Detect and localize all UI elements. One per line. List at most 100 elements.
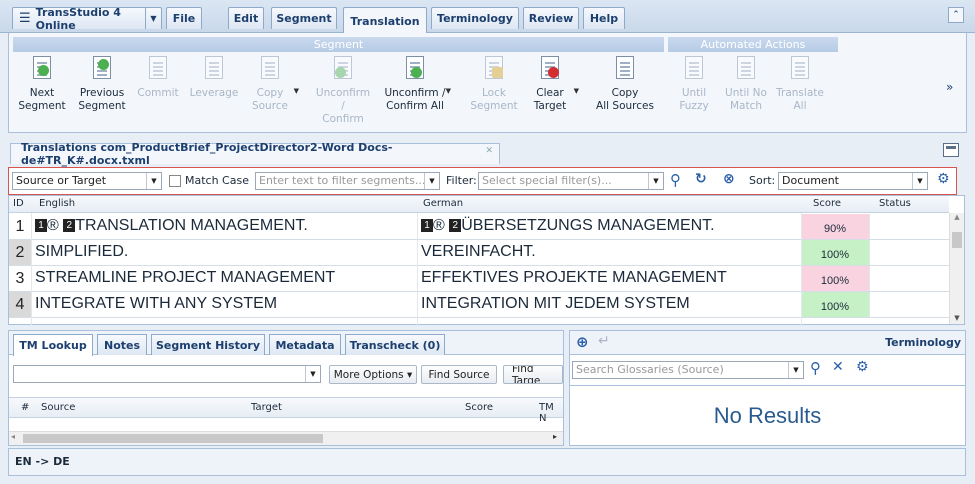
chevron-down-icon[interactable]: ▼ xyxy=(294,85,299,98)
tab-edit[interactable]: Edit xyxy=(228,7,264,29)
score-cell: 90% xyxy=(801,214,869,239)
scroll-left-icon[interactable]: ◂ xyxy=(11,432,15,441)
source-cell[interactable]: 1 ® 2 TRANSLATION MANAGEMENT. xyxy=(35,217,308,235)
special-filter-select[interactable]: Select special filter(s)... ▼ xyxy=(478,172,664,190)
leverage-button[interactable]: Leverage xyxy=(189,55,239,131)
search-icon[interactable]: ⚲ xyxy=(810,359,821,377)
scope-select[interactable]: Source or Target ▼ xyxy=(12,172,162,190)
add-term-icon[interactable]: ⊕ xyxy=(576,333,589,351)
source-cell[interactable]: SIMPLIFIED. xyxy=(35,243,128,261)
unconfirm-confirm-button[interactable]: Unconfirm / Confirm xyxy=(313,55,373,131)
scroll-right-icon[interactable]: ▸ xyxy=(553,432,557,441)
tm-horizontal-scrollbar[interactable]: ◂ ▸ xyxy=(9,431,563,445)
gear-icon[interactable]: ⚙ xyxy=(937,171,950,187)
translate-all-button[interactable]: Translate All xyxy=(775,55,825,131)
target-cell[interactable]: INTEGRATION MIT JEDEM SYSTEM xyxy=(421,295,690,313)
scroll-down-icon[interactable]: ▼ xyxy=(950,314,964,322)
tab-segment-history[interactable]: Segment History xyxy=(151,334,265,355)
sort-select[interactable]: Document ▼ xyxy=(778,172,928,190)
ribbon-more-button[interactable]: » xyxy=(946,80,953,94)
find-source-button[interactable]: Find Source xyxy=(421,365,497,384)
more-options-button[interactable]: More Options ▾ xyxy=(329,365,417,384)
tab-review[interactable]: Review xyxy=(523,7,579,29)
search-icon[interactable]: ⚲ xyxy=(670,171,681,189)
confirm-icon xyxy=(331,55,355,81)
tab-help[interactable]: Help xyxy=(583,7,625,29)
table-row[interactable]: 1 1 ® 2 TRANSLATION MANAGEMENT. 1 ® 2 ÜBERSETZ… xyxy=(9,214,949,240)
segment-id: 3 xyxy=(15,270,25,287)
col-source[interactable]: English xyxy=(39,198,75,209)
tab-notes[interactable]: Notes xyxy=(97,334,147,355)
previous-segment-button[interactable]: Previous Segment xyxy=(77,55,127,131)
clear-target-button[interactable]: Clear Target ▼ xyxy=(525,55,579,131)
until-fuzzy-button[interactable]: Until Fuzzy xyxy=(669,55,719,131)
close-icon[interactable]: ✕ xyxy=(485,146,493,156)
collapse-ribbon-button[interactable]: ⌃ xyxy=(948,7,964,23)
app-menu-button[interactable]: ☰ TransStudio 4 Online ▼ xyxy=(12,6,162,32)
chevron-down-icon[interactable]: ▼ xyxy=(574,85,579,98)
col-status[interactable]: Status xyxy=(879,198,911,209)
col-id[interactable]: ID xyxy=(13,198,24,209)
copy-all-sources-button[interactable]: Copy All Sources xyxy=(593,55,657,131)
lock-segment-button[interactable]: Lock Segment xyxy=(469,55,519,131)
document-tab[interactable]: Translations com_ProductBrief_ProjectDir… xyxy=(10,141,500,167)
commit-button[interactable]: Commit xyxy=(133,55,183,131)
table-row[interactable]: 3 STREAMLINE PROJECT MANAGEMENT EFFEKTIVES… xyxy=(9,266,949,292)
gear-icon[interactable]: ⚙ xyxy=(856,359,869,375)
target-cell[interactable]: VEREINFACHT. xyxy=(421,243,536,261)
clear-filter-icon[interactable]: ⊗ xyxy=(723,171,735,187)
chevron-down-icon: ▼ xyxy=(648,173,663,189)
refresh-search-icon[interactable]: ↻ xyxy=(695,171,707,187)
tab-translation[interactable]: Translation xyxy=(343,7,427,34)
tm-results-header: # Source Target Score TM N xyxy=(9,397,563,424)
ribbon: Segment Automated Actions Next Segment Pr… xyxy=(8,33,967,133)
lock-icon xyxy=(482,55,506,81)
scroll-thumb[interactable] xyxy=(952,232,962,248)
status-cell xyxy=(869,214,949,239)
unconfirm-confirm-all-button[interactable]: Unconfirm / Confirm All ▼ xyxy=(383,55,451,131)
scroll-up-icon[interactable]: ▲ xyxy=(950,213,964,221)
return-icon[interactable]: ↵ xyxy=(598,333,610,349)
chevron-down-icon[interactable]: ▼ xyxy=(424,173,439,189)
clear-search-icon[interactable]: ✕ xyxy=(832,359,844,375)
table-row[interactable]: 4 INTEGRATE WITH ANY SYSTEM INTEGRATION MI… xyxy=(9,292,949,318)
search-input[interactable]: Enter text to filter segments... ▼ xyxy=(255,172,440,190)
tag-icon: 1 xyxy=(35,219,47,232)
source-cell[interactable]: STREAMLINE PROJECT MANAGEMENT xyxy=(35,269,335,287)
target-cell[interactable]: 1 ® 2 ÜBERSETZUNGS MANAGEMENT. xyxy=(421,217,715,235)
confirm-all-icon xyxy=(403,55,427,81)
sort-label: Sort: xyxy=(749,174,776,187)
chevron-down-icon[interactable]: ▼ xyxy=(446,85,451,98)
target-cell[interactable]: EFFEKTIVES PROJEKTE MANAGEMENT xyxy=(421,269,727,287)
scroll-thumb[interactable] xyxy=(23,434,323,443)
chevron-down-icon[interactable]: ▼ xyxy=(788,362,803,378)
terminology-pane: ⊕ ↵ Terminology Search Glossaries (Sourc… xyxy=(569,330,966,446)
source-cell[interactable]: INTEGRATE WITH ANY SYSTEM xyxy=(35,295,277,313)
until-no-match-button[interactable]: Until No Match xyxy=(721,55,771,131)
score-cell: 100% xyxy=(801,292,869,317)
copy-source-button[interactable]: Copy Source ▼ xyxy=(245,55,299,131)
score-cell: 100% xyxy=(801,266,869,291)
chevron-down-icon[interactable]: ▼ xyxy=(305,366,320,382)
tab-transcheck[interactable]: Transcheck (0) xyxy=(345,334,445,355)
tab-terminology[interactable]: Terminology xyxy=(431,7,519,29)
tab-tm-lookup[interactable]: TM Lookup xyxy=(13,334,93,356)
next-segment-button[interactable]: Next Segment xyxy=(17,55,67,131)
match-case-label: Match Case xyxy=(185,174,249,187)
table-row[interactable]: 2 SIMPLIFIED. VEREINFACHT. 100% xyxy=(9,240,949,266)
tm-search-input[interactable]: ▼ xyxy=(13,365,321,383)
find-target-button[interactable]: Find Targe xyxy=(503,365,563,384)
col-target[interactable]: German xyxy=(423,198,463,209)
tab-file[interactable]: File xyxy=(166,7,202,29)
tab-segment[interactable]: Segment xyxy=(271,7,337,29)
glossary-search-input[interactable]: Search Glossaries (Source) ▼ xyxy=(572,361,804,379)
copy-source-icon xyxy=(258,55,282,81)
chevron-down-icon[interactable]: ▼ xyxy=(145,7,161,29)
document-tab-bar: Translations com_ProductBrief_ProjectDir… xyxy=(8,140,967,167)
commit-icon xyxy=(146,55,170,81)
restore-window-button[interactable] xyxy=(943,143,959,157)
col-score[interactable]: Score xyxy=(813,198,841,209)
tab-metadata[interactable]: Metadata xyxy=(269,334,341,355)
match-case-checkbox[interactable] xyxy=(169,175,181,187)
grid-scrollbar[interactable]: ▲ ▼ xyxy=(949,213,964,324)
